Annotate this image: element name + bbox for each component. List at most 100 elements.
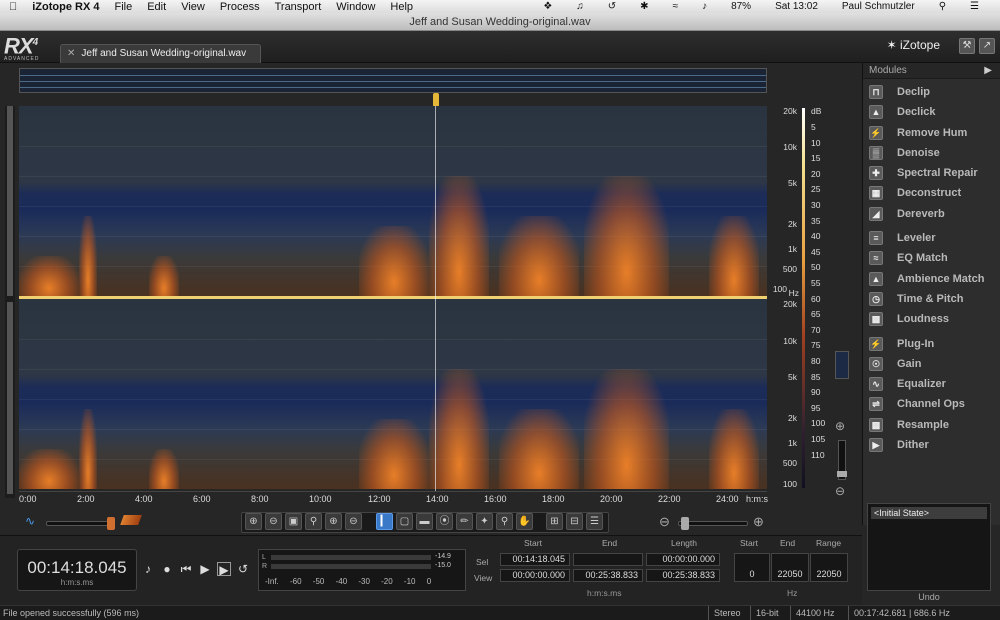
module-denoise[interactable]: ▒ Denoise [863, 143, 1000, 163]
rewind-button[interactable]: ⏮ [179, 562, 193, 576]
zoom-selection-button[interactable]: ▣ [285, 513, 302, 530]
battery-percent[interactable]: 87% [731, 1, 751, 12]
module-dereverb[interactable]: ◢ Dereverb [863, 204, 1000, 224]
dropbox-icon[interactable]: ❖ [543, 1, 552, 12]
time-format[interactable]: h:m:s.ms [18, 578, 136, 587]
waveform-overview[interactable] [19, 68, 767, 93]
module-spectral-repair[interactable]: ✚ Spectral Repair [863, 163, 1000, 183]
volume-icon[interactable]: ♪ [702, 1, 707, 12]
undo-label[interactable]: Undo [867, 592, 991, 602]
headphones-icon[interactable]: ♫ [576, 1, 584, 12]
module-declick[interactable]: ▲ Declick [863, 102, 1000, 122]
wifi-icon[interactable]: ≈ [673, 1, 679, 12]
play-selection-button[interactable]: ▶ [217, 562, 231, 577]
spectrogram-toggle[interactable] [835, 351, 849, 379]
zoom-freq-in-button[interactable]: ⊕ [325, 513, 342, 530]
time-select-tool[interactable]: ▎ [376, 513, 393, 530]
module-eq-match[interactable]: ≈ EQ Match [863, 248, 1000, 268]
module-equalizer[interactable]: ∿ Equalizer [863, 374, 1000, 394]
brush-tool[interactable]: ✏ [456, 513, 473, 530]
app-window: RX4 ADVANCED ✕ Jeff and Susan Wedding-ori… [0, 31, 1000, 620]
menu-app-name[interactable]: iZotope RX 4 [32, 1, 99, 13]
bluetooth-icon[interactable]: ✱ [640, 1, 648, 12]
zoom-all-icon: ⚲ [309, 516, 318, 527]
zoom-in-icon[interactable]: ⊕ [753, 514, 764, 530]
zoom-out-time-button[interactable]: ⊖ [265, 513, 282, 530]
hz-start[interactable]: 0 [734, 553, 770, 582]
view-end[interactable]: 00:25:38.833 [573, 569, 643, 582]
microphone-icon[interactable]: ♪ [141, 562, 155, 576]
lasso-tool[interactable]: ⦿ [436, 513, 453, 530]
view-start[interactable]: 00:00:00.000 [500, 569, 570, 582]
zoom-in-icon[interactable]: ⊕ [835, 419, 845, 433]
db-label: 45 [811, 246, 821, 257]
find-similar-button[interactable]: ⊟ [566, 513, 583, 530]
module-time-pitch[interactable]: ◷ Time & Pitch [863, 289, 1000, 309]
vertical-zoom-slider[interactable] [837, 440, 847, 480]
module-deconstruct[interactable]: ▦ Deconstruct [863, 183, 1000, 203]
module-ambience-match[interactable]: ▲ Ambience Match [863, 269, 1000, 289]
zoom-tool[interactable]: ⚲ [496, 513, 513, 530]
menu-help[interactable]: Help [390, 1, 413, 13]
module-label: Dereverb [897, 207, 945, 220]
module-loudness[interactable]: ▩ Loudness [863, 309, 1000, 329]
hz-end[interactable]: 22050 [771, 553, 809, 582]
zoom-in-icon: ⊕ [249, 516, 258, 527]
close-tab-icon[interactable]: ✕ [67, 48, 75, 59]
status-message: File opened successfully (596 ms) [3, 608, 140, 618]
rect-select-tool[interactable]: ▢ [396, 513, 413, 530]
time-machine-icon[interactable]: ↺ [608, 1, 616, 12]
hand-tool[interactable]: ✋ [516, 513, 533, 530]
clock[interactable]: Sat 13:02 [775, 1, 818, 12]
magic-wand-tool[interactable]: ✦ [476, 513, 493, 530]
apple-icon[interactable]:  [9, 1, 17, 13]
history-item[interactable]: <Initial State> [871, 507, 987, 519]
notification-icon[interactable]: ☰ [970, 1, 979, 12]
channel-strip[interactable] [5, 106, 15, 498]
module-gain[interactable]: ☉ Gain [863, 354, 1000, 374]
record-button[interactable]: ● [160, 562, 174, 576]
harmonic-select-button[interactable]: ⊞ [546, 513, 563, 530]
zoom-freq-out-button[interactable]: ⊖ [345, 513, 362, 530]
menu-process[interactable]: Process [220, 1, 260, 13]
module-remove-hum[interactable]: ⚡ Remove Hum [863, 123, 1000, 143]
sel-length[interactable]: 00:00:00.000 [646, 553, 720, 566]
play-arrow-icon[interactable]: ▶ [984, 63, 992, 79]
fullscreen-button[interactable]: ↗ [979, 38, 995, 54]
menu-view[interactable]: View [181, 1, 205, 13]
spectrogram-view-icon[interactable] [120, 515, 142, 525]
sel-start[interactable]: 00:14:18.045 [500, 553, 570, 566]
zoom-out-icon[interactable]: ⊖ [659, 514, 670, 530]
module-leveler[interactable]: ≡ Leveler [863, 228, 1000, 248]
module-plug-in[interactable]: ⚡ Plug-In [863, 334, 1000, 354]
user-name[interactable]: Paul Schmutzler [842, 1, 915, 12]
spotlight-icon[interactable]: ⚲ [939, 1, 946, 12]
menu-file[interactable]: File [114, 1, 132, 13]
playhead-handle[interactable] [433, 93, 439, 107]
waveform-view-icon[interactable]: ∿ [25, 514, 35, 528]
spectrogram-channel-right[interactable] [19, 299, 767, 489]
spectral-settings-button[interactable]: ☰ [586, 513, 603, 530]
sel-end[interactable] [573, 553, 643, 566]
spectrogram-channel-left[interactable] [19, 106, 767, 296]
spectrogram-display[interactable] [19, 106, 767, 491]
loop-button[interactable]: ↺ [236, 562, 250, 576]
view-length[interactable]: 00:25:38.833 [646, 569, 720, 582]
zoom-out-icon[interactable]: ⊖ [835, 484, 845, 498]
menu-window[interactable]: Window [336, 1, 375, 13]
horizontal-zoom-slider[interactable] [678, 517, 748, 530]
zoom-all-button[interactable]: ⚲ [305, 513, 322, 530]
module-declip[interactable]: ⊓ Declip [863, 82, 1000, 102]
module-channel-ops[interactable]: ⇌ Channel Ops [863, 394, 1000, 414]
menu-edit[interactable]: Edit [147, 1, 166, 13]
hz-range[interactable]: 22050 [810, 553, 848, 582]
view-blend-slider[interactable] [46, 517, 115, 530]
module-dither[interactable]: ▶ Dither [863, 435, 1000, 455]
play-button[interactable]: ▶ [198, 562, 212, 576]
tools-button[interactable]: ⚒ [959, 38, 975, 54]
file-tab[interactable]: ✕ Jeff and Susan Wedding-original.wav [60, 44, 262, 63]
module-resample[interactable]: ▩ Resample [863, 415, 1000, 435]
zoom-in-time-button[interactable]: ⊕ [245, 513, 262, 530]
freq-select-tool[interactable]: ▬ [416, 513, 433, 530]
menu-transport[interactable]: Transport [275, 1, 322, 13]
